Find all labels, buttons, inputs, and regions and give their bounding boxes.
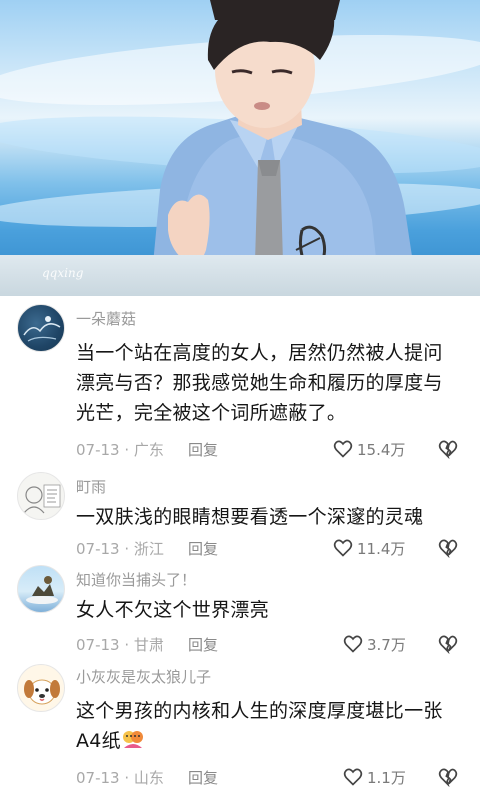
comment-text-line: 女人不欠这个世界漂亮 xyxy=(76,599,270,621)
heart-icon[interactable] xyxy=(333,439,353,459)
comment-meta: 07-13 · 浙江 回复 11.4万 xyxy=(76,538,480,560)
comment-date-location: 07-13 · 山东 xyxy=(76,769,164,787)
comment-text-line: 漂亮与否？那我感觉她生命和履历的厚度与 xyxy=(76,372,443,394)
heart-icon[interactable] xyxy=(343,767,363,787)
video-frame[interactable]: qqxing xyxy=(0,0,480,296)
comment-username[interactable]: 知道你当捕头了！ xyxy=(76,569,196,590)
heart-icon[interactable] xyxy=(333,538,353,558)
comment-text-line: A4纸 xyxy=(76,726,468,756)
comment-text: 当一个站在高度的女人，居然仍然被人提问 漂亮与否？那我感觉她生命和履历的厚度与 … xyxy=(76,338,468,428)
comment-text-line: 一双肤浅的眼睛想要看透一个深邃的灵魂 xyxy=(76,506,424,528)
reply-button[interactable]: 回复 xyxy=(188,634,218,655)
comment-date-location: 07-13 · 广东 xyxy=(76,441,164,459)
comment-text: 女人不欠这个世界漂亮 xyxy=(76,595,468,625)
broken-heart-icon[interactable] xyxy=(438,767,458,787)
reply-button[interactable]: 回复 xyxy=(188,439,218,460)
comment-item: 町雨 一双肤浅的眼睛想要看透一个深邃的灵魂 07-13 · 浙江 回复 11.4… xyxy=(0,470,480,565)
like-count: 3.7万 xyxy=(367,636,406,654)
person-figure xyxy=(150,0,418,296)
hugging-emoji-icon xyxy=(123,731,143,748)
like-count: 15.4万 xyxy=(357,441,406,459)
comment-text: 一双肤浅的眼睛想要看透一个深邃的灵魂 xyxy=(76,502,468,532)
comment-text-line: 这个男孩的内核和人生的深度厚度堪比一张 xyxy=(76,700,443,722)
sketch-avatar-icon[interactable] xyxy=(17,472,65,520)
comment-text-fragment: A4纸 xyxy=(76,730,121,752)
comment-item: 一朵蘑菇 当一个站在高度的女人，居然仍然被人提问 漂亮与否？那我感觉她生命和履历… xyxy=(0,296,480,470)
comment-meta: 07-13 · 广东 回复 15.4万 xyxy=(76,439,480,461)
heart-icon[interactable] xyxy=(343,634,363,654)
comment-username[interactable]: 小灰灰是灰太狼儿子 xyxy=(76,666,211,687)
broken-heart-icon[interactable] xyxy=(438,439,458,459)
like-count: 1.1万 xyxy=(367,769,406,787)
puppy-avatar-icon[interactable] xyxy=(17,664,65,712)
comment-text-line: 光芒，完全被这个词所遮蔽了。 xyxy=(76,402,347,424)
like-count: 11.4万 xyxy=(357,540,406,558)
comment-meta: 07-13 · 甘肃 回复 3.7万 xyxy=(76,634,480,656)
ink-painting-avatar-icon[interactable] xyxy=(17,304,65,352)
comment-item: 小灰灰是灰太狼儿子 这个男孩的内核和人生的深度厚度堪比一张 A4纸 07-13 … xyxy=(0,660,480,792)
landscape-avatar-icon[interactable] xyxy=(17,565,65,613)
comment-username[interactable]: 一朵蘑菇 xyxy=(76,308,136,329)
comment-username[interactable]: 町雨 xyxy=(76,476,106,497)
comment-text: 这个男孩的内核和人生的深度厚度堪比一张 A4纸 xyxy=(76,696,468,756)
comment-date-location: 07-13 · 浙江 xyxy=(76,540,164,558)
reply-button[interactable]: 回复 xyxy=(188,538,218,559)
video-watermark: qqxing xyxy=(42,266,84,280)
broken-heart-icon[interactable] xyxy=(438,634,458,654)
comment-date-location: 07-13 · 甘肃 xyxy=(76,636,164,654)
broken-heart-icon[interactable] xyxy=(438,538,458,558)
comment-text-line: 当一个站在高度的女人，居然仍然被人提问 xyxy=(76,342,443,364)
comment-item: 知道你当捕头了！ 女人不欠这个世界漂亮 07-13 · 甘肃 回复 3.7万 xyxy=(0,565,480,660)
reply-button[interactable]: 回复 xyxy=(188,767,218,788)
comment-meta: 07-13 · 山东 回复 1.1万 xyxy=(76,767,480,789)
